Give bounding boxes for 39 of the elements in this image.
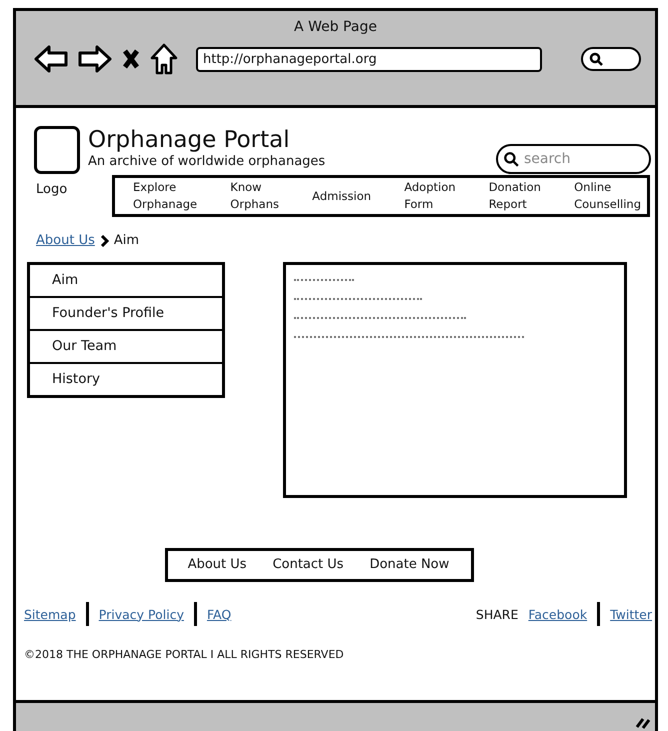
tagline: An archive of worldwide orphanages [88,154,326,169]
footer-link[interactable]: Sitemap [24,606,76,622]
nav-link[interactable]: Explore Orphanage [133,179,198,213]
address-bar[interactable]: http://orphanageportal.org [196,46,542,72]
logo-label: Logo [36,182,68,197]
site-title: Orphanage Portal [88,126,291,154]
breadcrumb-link[interactable]: About Us [36,233,95,248]
search-icon [503,151,519,167]
chevron-right-icon [100,234,109,246]
resize-grip-icon[interactable] [635,715,651,729]
nav-link[interactable]: Admission [312,188,372,204]
search-icon [589,52,603,66]
nav-link[interactable]: Donation Report [488,179,541,213]
footer-menu-link[interactable]: About Us [188,557,247,572]
nav-link[interactable]: Know Orphans [230,179,279,213]
side-menu-item[interactable]: Our Team [30,329,222,362]
window-title: A Web Page [293,18,378,35]
forward-arrow-icon[interactable] [78,45,112,73]
side-menu-item[interactable]: Founder's Profile [30,296,222,329]
side-menu-item[interactable]: History [30,362,222,395]
footer-menu-link[interactable]: Donate Now [370,557,450,572]
copyright-text: ©2018 THE ORPHANAGE PORTAL I ALL RIGHTS RESERVED [24,648,345,661]
nav-link[interactable]: Adoption Form [404,179,456,213]
breadcrumb-current: Aim [114,233,140,248]
share-link[interactable]: Twitter [610,606,652,622]
text-placeholder-line [294,279,354,281]
back-arrow-icon[interactable] [34,45,68,73]
side-menu-item[interactable]: Aim [30,265,222,296]
share-link[interactable]: Facebook [528,606,588,622]
footer-menu-link[interactable]: Contact Us [272,557,344,572]
logo-placeholder [34,126,80,174]
footer-link[interactable]: Privacy Policy [98,606,184,622]
home-icon[interactable] [150,43,178,75]
browser-search-field[interactable] [581,47,641,71]
share-label: SHARE [476,606,518,622]
close-icon[interactable] [122,48,140,70]
nav-link[interactable]: Online Counselling [574,179,641,213]
footer-link[interactable]: FAQ [206,606,232,622]
search-field[interactable]: search [496,144,651,174]
